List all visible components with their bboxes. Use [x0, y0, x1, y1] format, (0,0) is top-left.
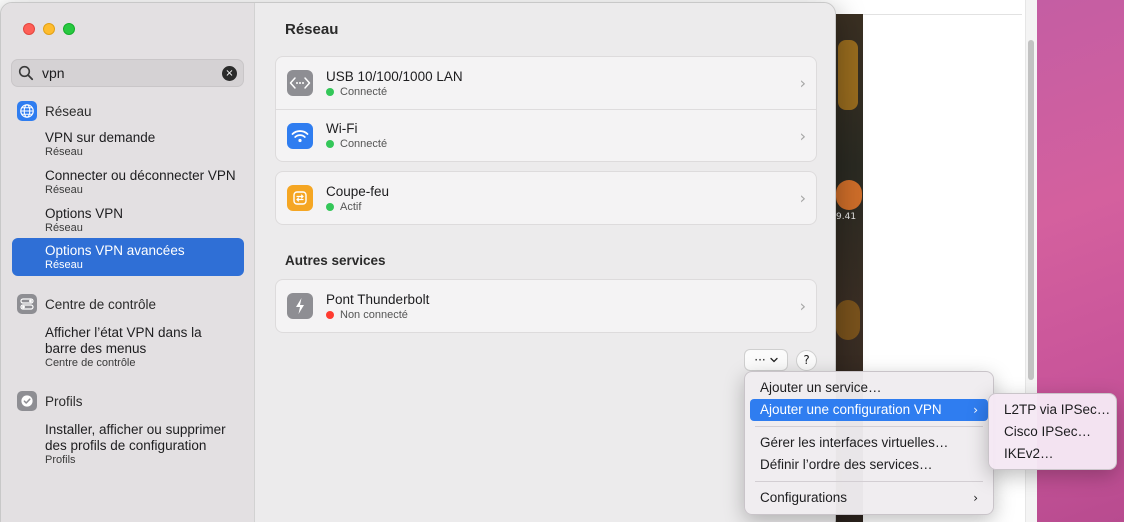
chevron-right-icon: ›	[799, 126, 806, 145]
chevron-right-icon: ›	[799, 73, 806, 93]
sidebar-item-title: VPN sur demande	[45, 130, 156, 145]
checkmark-seal-icon	[17, 391, 37, 411]
sidebar-category-network[interactable]: Réseau	[17, 101, 92, 121]
sidebar: vpn × Réseau VPN sur demande Réseau Conn…	[1, 3, 255, 522]
sidebar-category-profiles[interactable]: Profils	[17, 391, 83, 411]
more-actions-button[interactable]: ···	[744, 349, 788, 371]
menu-item-configurations[interactable]: Configurations ›	[750, 487, 988, 509]
search-field[interactable]: vpn ×	[11, 59, 244, 87]
service-row-firewall[interactable]: Coupe-feu Actif ›	[276, 172, 816, 224]
control-center-icon	[17, 294, 37, 314]
sidebar-item-profiles-config[interactable]: Installer, afficher ou supprimer des pro…	[12, 419, 244, 470]
sidebar-category-label: Centre de contrôle	[45, 296, 157, 312]
firewall-card: Coupe-feu Actif ›	[275, 171, 817, 225]
service-status-text: Connecté	[340, 138, 388, 150]
background-scroll-thumb[interactable]	[1028, 40, 1034, 380]
search-input[interactable]: vpn	[42, 65, 222, 81]
clear-search-icon[interactable]: ×	[222, 65, 237, 81]
sidebar-item-title: des profils de configuration	[45, 438, 207, 453]
service-row-ethernet[interactable]: USB 10/100/1000 LAN Connecté ›	[276, 57, 816, 109]
menu-item-label: Configurations	[760, 490, 848, 505]
sidebar-item-connect-vpn[interactable]: Connecter ou déconnecter VPN Réseau	[12, 165, 244, 200]
menu-item-add-service[interactable]: Ajouter un service…	[750, 377, 988, 399]
service-row-wifi[interactable]: Wi-Fi Connecté ›	[276, 109, 816, 161]
service-status: Non connecté	[326, 308, 429, 322]
sidebar-item-title: barre des menus	[45, 341, 147, 356]
sidebar-item-subtitle: Réseau	[45, 184, 83, 196]
search-icon	[18, 65, 34, 81]
service-status: Actif	[326, 200, 389, 214]
background-shape	[838, 40, 858, 110]
service-status-text: Connecté	[340, 85, 388, 98]
ethernet-icon	[287, 70, 313, 96]
sidebar-item-subtitle: Centre de contrôle	[45, 357, 136, 369]
other-services-card: Pont Thunderbolt Non connecté ›	[275, 279, 817, 333]
settings-window: vpn × Réseau VPN sur demande Réseau Conn…	[0, 2, 836, 522]
wifi-icon	[287, 122, 313, 149]
service-name: Pont Thunderbolt	[326, 291, 430, 307]
menu-separator	[755, 481, 983, 482]
submenu-item-ikev2[interactable]: IKEv2…	[994, 443, 1111, 465]
sidebar-category-label: Profils	[45, 393, 83, 409]
sidebar-item-subtitle: Réseau	[45, 259, 83, 271]
sidebar-item-title: Installer, afficher ou supprimer	[45, 422, 226, 437]
window-controls	[23, 23, 75, 35]
sidebar-category-control-center[interactable]: Centre de contrôle	[17, 294, 156, 314]
minimize-button[interactable]	[43, 23, 55, 35]
firewall-icon	[287, 185, 313, 211]
help-button[interactable]: ?	[796, 350, 817, 371]
background-shape	[836, 300, 860, 340]
service-name: Wi-Fi	[326, 121, 358, 136]
service-status-text: Actif	[340, 200, 362, 213]
service-row-thunderbolt[interactable]: Pont Thunderbolt Non connecté ›	[276, 280, 816, 332]
status-dot	[326, 310, 334, 319]
thunderbolt-icon	[287, 293, 313, 319]
status-dot	[326, 202, 334, 211]
submenu-arrow-icon: ›	[973, 491, 978, 505]
more-icon: ···	[754, 353, 766, 367]
actions-menu: Ajouter un service… Ajouter une configur…	[744, 371, 994, 515]
globe-icon	[17, 101, 37, 121]
page-title: Réseau	[285, 21, 339, 38]
chevron-right-icon: ›	[799, 296, 806, 316]
sidebar-item-title: Options VPN avancées	[45, 243, 185, 258]
submenu-item-l2tp[interactable]: L2TP via IPSec…	[994, 399, 1111, 421]
vpn-type-submenu: L2TP via IPSec… Cisco IPSec… IKEv2…	[988, 393, 1117, 470]
sidebar-item-title: Afficher l’état VPN dans la	[45, 325, 202, 340]
sidebar-item-vpn-advanced-options[interactable]: Options VPN avancées Réseau	[12, 238, 244, 276]
sidebar-item-vpn-menu-bar[interactable]: Afficher l’état VPN dans la barre des me…	[12, 322, 244, 373]
menu-item-add-vpn-configuration[interactable]: Ajouter une configuration VPN ›	[750, 399, 988, 421]
status-dot	[326, 140, 334, 148]
background-ticker: 9.41	[836, 212, 857, 222]
sidebar-item-subtitle: Réseau	[45, 146, 83, 158]
background-divider	[862, 14, 1022, 15]
submenu-arrow-icon: ›	[973, 403, 978, 417]
zoom-button[interactable]	[63, 23, 75, 35]
close-button[interactable]	[23, 23, 35, 35]
sidebar-item-title: Connecter ou déconnecter VPN	[45, 168, 236, 183]
service-status: Connecté	[326, 137, 387, 151]
sidebar-item-vpn-on-demand[interactable]: VPN sur demande Réseau	[12, 127, 244, 162]
services-card: USB 10/100/1000 LAN Connecté › Wi-Fi Con…	[275, 56, 817, 162]
service-name: Coupe-feu	[326, 183, 390, 199]
section-title-other-services: Autres services	[285, 253, 386, 268]
menu-item-label: Ajouter une configuration VPN	[760, 402, 942, 417]
service-name: USB 10/100/1000 LAN	[326, 68, 463, 84]
status-dot	[326, 87, 334, 96]
sidebar-item-vpn-options[interactable]: Options VPN Réseau	[12, 203, 244, 238]
chevron-right-icon: ›	[799, 188, 806, 208]
sidebar-category-label: Réseau	[45, 103, 92, 119]
menu-item-set-service-order[interactable]: Définir l’ordre des services…	[750, 454, 988, 476]
service-status-text: Non connecté	[340, 308, 408, 321]
service-status: Connecté	[326, 85, 463, 99]
menu-item-manage-virtual-interfaces[interactable]: Gérer les interfaces virtuelles…	[750, 432, 988, 454]
background-shape	[836, 180, 862, 210]
chevron-down-icon	[770, 357, 778, 363]
sidebar-item-title: Options VPN	[45, 206, 124, 221]
sidebar-item-subtitle: Réseau	[45, 222, 83, 234]
sidebar-item-subtitle: Profils	[45, 454, 76, 466]
menu-separator	[755, 426, 983, 427]
submenu-item-cisco-ipsec[interactable]: Cisco IPSec…	[994, 421, 1111, 443]
